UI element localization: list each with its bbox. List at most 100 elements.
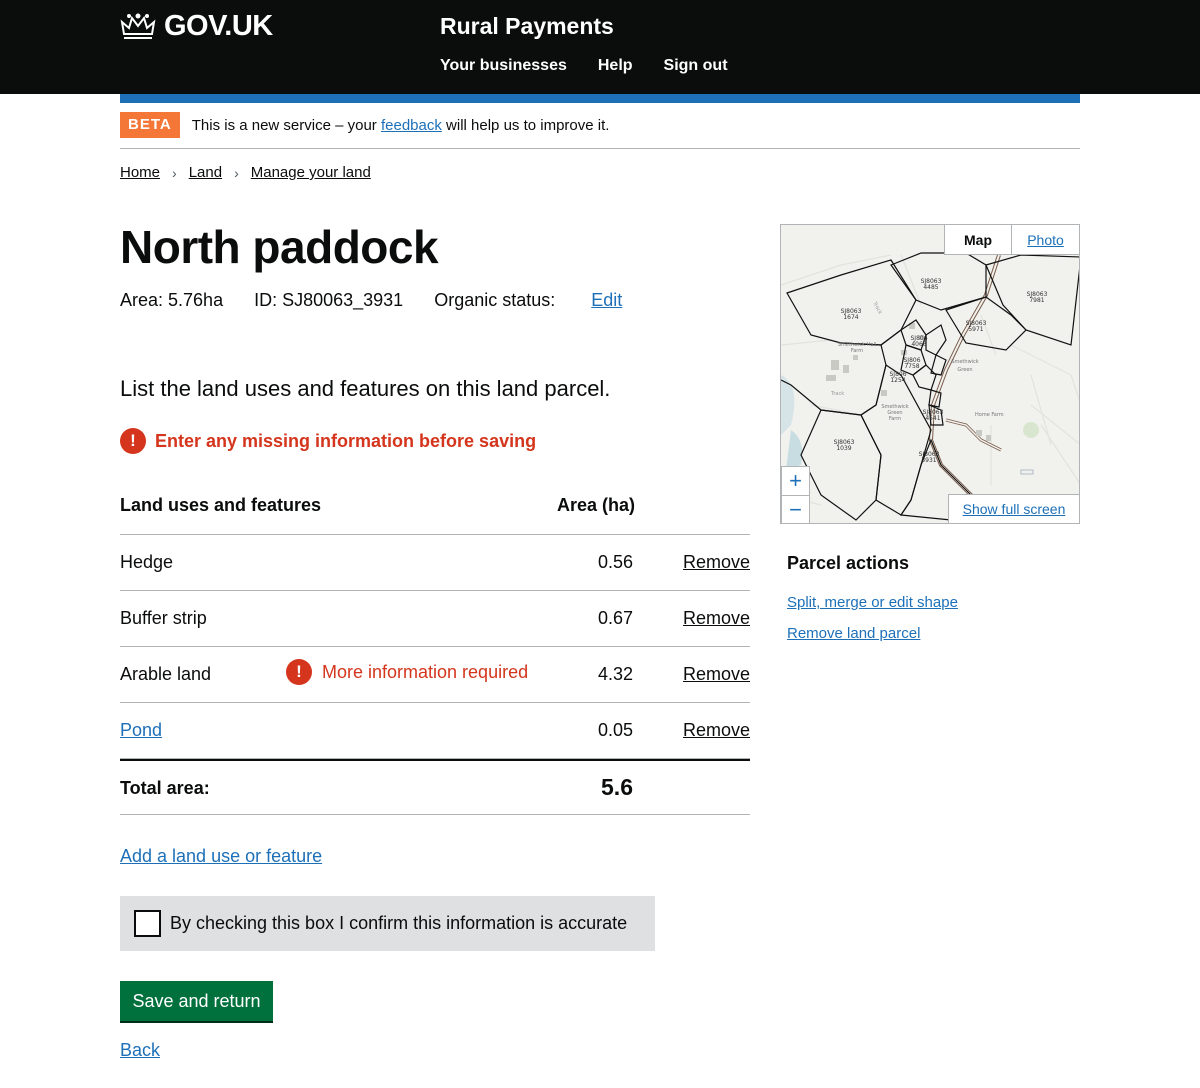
svg-text:SmethwickGreenFarm: Smethwick Green Farm — [881, 404, 908, 422]
breadcrumb-land[interactable]: Land — [189, 164, 222, 181]
add-land-use-link[interactable]: Add a land use or feature — [120, 846, 322, 867]
row-area: 4.32 — [597, 664, 633, 684]
confirm-checkbox[interactable] — [134, 910, 161, 937]
table-header: Land uses and features Area (ha) — [120, 478, 750, 535]
breadcrumb: Home › Land › Manage your land — [120, 164, 371, 181]
map-labels: SJ8063 4485 SJ8063 7981 SJ8063 1674 SJ8063 5… — [830, 278, 1048, 464]
map-label: Farm — [851, 348, 863, 354]
map-label: 1039 — [836, 445, 851, 452]
parcel-meta: Area: 5.76ha ID: SJ80063_3931 Organic st… — [120, 290, 653, 311]
svg-text:SJ80631039: SJ8063 1039 — [834, 439, 855, 452]
zoom-out-button[interactable]: − — [782, 495, 809, 523]
table-row: Hedge 0.56 Remove — [120, 535, 750, 591]
header-blue-bar — [120, 94, 1080, 103]
pond-link[interactable]: Pond — [120, 720, 162, 740]
svg-text:SJ80634541: SJ8063 4541 — [923, 409, 944, 422]
map-label: 4068 — [911, 341, 926, 348]
table-row: Buffer strip 0.67 Remove — [120, 591, 750, 647]
parcel-area: Area: 5.76ha — [120, 290, 224, 310]
row-area: 0.05 — [597, 720, 633, 740]
map-label: 4541 — [925, 415, 940, 422]
remove-land-parcel-link[interactable]: Remove land parcel — [787, 625, 920, 642]
back-link[interactable]: Back — [120, 1040, 160, 1061]
remove-link[interactable]: Remove — [683, 552, 750, 573]
map-label: Home Farm — [975, 412, 1004, 418]
total-label: Total area: — [120, 778, 210, 798]
row-warning: ! More information required — [286, 659, 528, 685]
map-label: 7981 — [1029, 297, 1044, 304]
error-icon: ! — [286, 659, 312, 685]
organic-status-edit-link[interactable]: Edit — [591, 290, 622, 310]
govuk-logo[interactable]: GOV.UK — [120, 10, 273, 43]
tab-map[interactable]: Map — [945, 225, 1012, 254]
map-label: 4485 — [923, 284, 938, 291]
map-label: Green — [957, 367, 972, 373]
table-row: Arable land ! More information required … — [120, 647, 750, 703]
svg-text:SJ8067758: SJ806 7758 — [903, 357, 920, 370]
land-uses-table: Land uses and features Area (ha) Hedge 0… — [120, 478, 750, 815]
site-header: GOV.UK Rural Payments Your businesses He… — [0, 0, 1200, 94]
map-label: Track — [871, 300, 883, 315]
svg-text:SJ8064068: SJ806 4068 — [910, 335, 927, 348]
phase-text: This is a new service – your feedback wi… — [192, 117, 610, 134]
row-name: Buffer strip — [120, 608, 207, 628]
nav-your-businesses[interactable]: Your businesses — [440, 57, 567, 75]
map-label: 3931 — [921, 457, 936, 464]
map-label: 5971 — [968, 326, 983, 333]
remove-link[interactable]: Remove — [683, 720, 750, 741]
chevron-right-icon: › — [172, 164, 177, 181]
svg-text:SJ8061254: SJ806 1254 — [889, 371, 906, 384]
crown-icon — [120, 13, 156, 39]
map-label: Track — [830, 391, 844, 397]
confirm-label[interactable]: By checking this box I confirm this info… — [170, 913, 627, 934]
zoom-controls: + − — [781, 466, 810, 523]
zoom-in-button[interactable]: + — [782, 467, 809, 495]
map-label: 7758 — [904, 363, 919, 370]
svg-text:SJ80634485: SJ8063 4485 — [921, 278, 942, 291]
row-name: Arable land — [120, 664, 212, 684]
logo-text: GOV.UK — [164, 10, 273, 42]
phase-text-after: will help us to improve it. — [446, 117, 610, 134]
phase-banner: BETA This is a new service – your feedba… — [120, 112, 1080, 149]
map-view-tabs: Map Photo — [944, 225, 1079, 255]
split-merge-edit-link[interactable]: Split, merge or edit shape — [787, 594, 958, 611]
error-message: Enter any missing information before sav… — [155, 430, 537, 451]
page-title: North paddock — [120, 221, 439, 273]
svg-text:SJ80637981: SJ8063 7981 — [1027, 291, 1048, 304]
svg-text:SJ80633931: SJ8063 3931 — [919, 451, 940, 464]
row-area: 0.67 — [597, 608, 633, 628]
remove-link[interactable]: Remove — [683, 664, 750, 685]
nav-sign-out[interactable]: Sign out — [664, 57, 728, 75]
total-row: Total area: 5.6 — [120, 759, 750, 815]
row-name: Pond — [120, 720, 162, 741]
beta-tag: BETA — [120, 112, 180, 138]
total-value: 5.6 — [601, 774, 633, 800]
breadcrumb-manage-your-land[interactable]: Manage your land — [251, 164, 371, 181]
phase-text-before: This is a new service – your — [191, 117, 377, 134]
column-header-area: Area (ha) — [556, 495, 635, 515]
warning-text: More information required — [322, 661, 529, 682]
tab-photo[interactable]: Photo — [1012, 225, 1079, 254]
remove-link[interactable]: Remove — [683, 608, 750, 629]
service-name[interactable]: Rural Payments — [440, 13, 614, 40]
feedback-link[interactable]: feedback — [381, 117, 442, 134]
column-header-land-uses: Land uses and features — [120, 495, 322, 515]
save-and-return-button[interactable]: Save and return — [120, 981, 273, 1021]
organic-status-label: Organic status: — [434, 290, 556, 310]
organic-status: Organic status: Edit — [434, 290, 622, 311]
breadcrumb-home[interactable]: Home — [120, 164, 160, 181]
svg-text:SJ80631674: SJ8063 1674 — [841, 308, 862, 321]
map-label: Smethwick — [951, 359, 978, 365]
header-nav: Your businesses Help Sign out — [440, 57, 759, 75]
parcel-actions-title: Parcel actions — [787, 553, 910, 573]
chevron-right-icon: › — [234, 164, 239, 181]
show-full-screen-button[interactable]: Show full screen — [948, 494, 1079, 523]
nav-help[interactable]: Help — [598, 57, 633, 75]
error-summary: ! Enter any missing information before s… — [120, 428, 536, 454]
parcel-id: ID: SJ80063_3931 — [254, 290, 404, 310]
row-name: Hedge — [120, 552, 174, 572]
map-label: 1674 — [843, 314, 858, 321]
map-label: 1254 — [890, 377, 905, 384]
intro-text: List the land uses and features on this … — [120, 376, 611, 401]
parcel-map[interactable]: SJ8063 4485 SJ8063 7981 SJ8063 1674 SJ8063 5… — [780, 224, 1080, 524]
